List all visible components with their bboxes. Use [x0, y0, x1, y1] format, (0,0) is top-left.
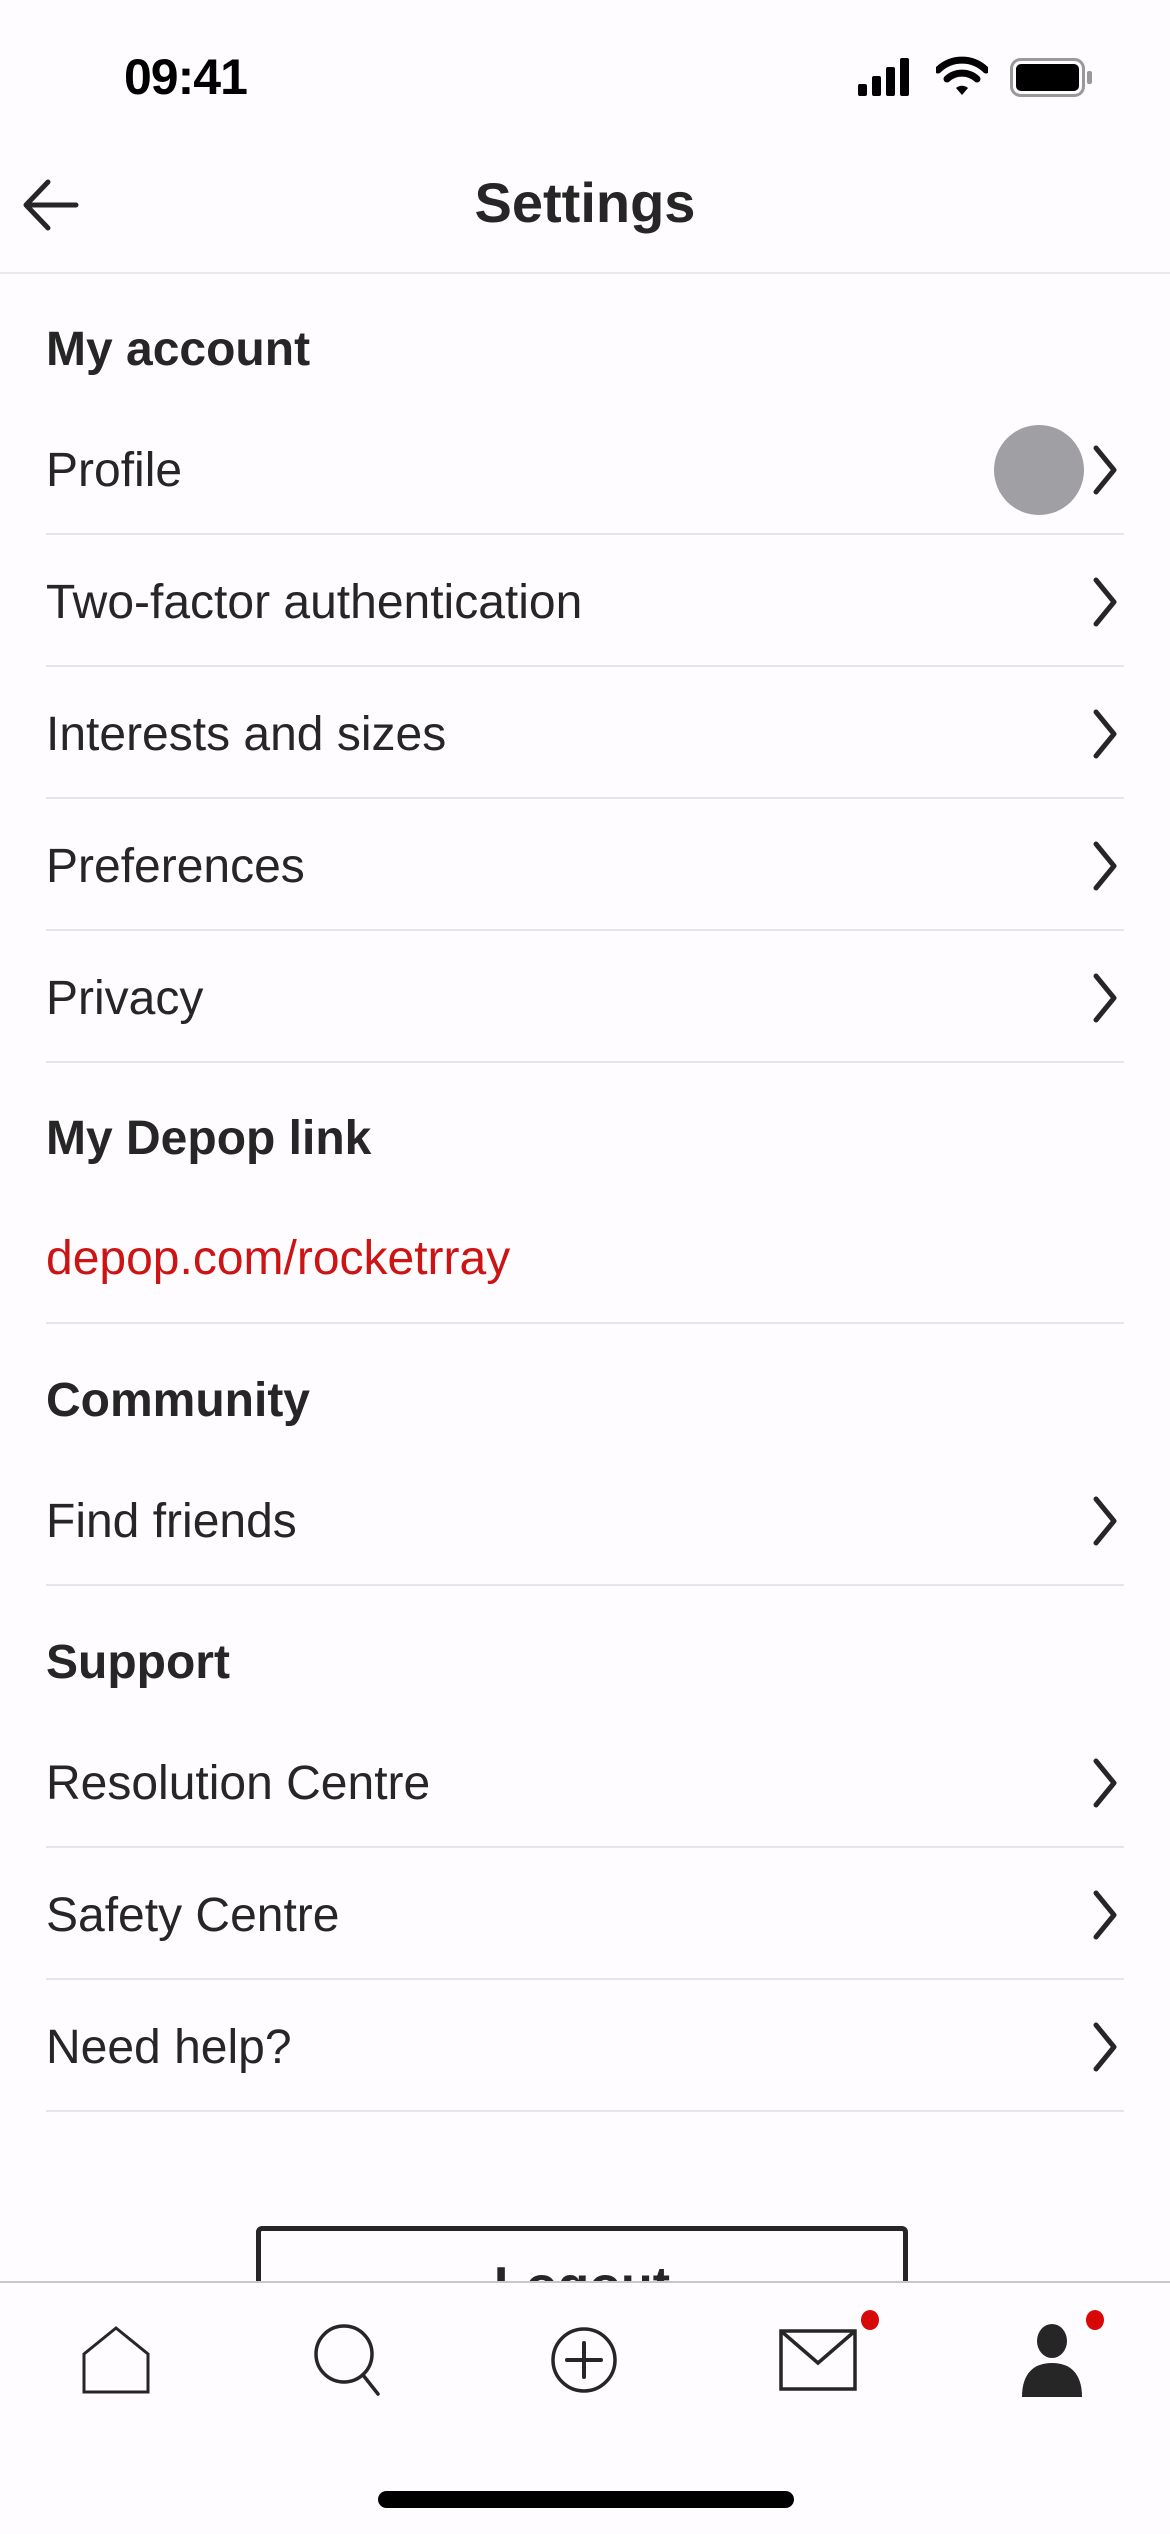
home-icon [82, 2326, 150, 2394]
wifi-icon [936, 56, 988, 95]
settings-row-resolution-centre[interactable]: Resolution Centre [46, 1718, 1124, 1848]
depop-profile-link[interactable]: depop.com/rocketrray [46, 1231, 510, 1286]
page-title: Settings [474, 171, 696, 234]
row-divider [46, 929, 1124, 931]
settings-row-safety-centre[interactable]: Safety Centre [46, 1850, 1124, 1980]
row-divider [46, 1978, 1124, 1980]
chevron-right-icon [1093, 1496, 1117, 1546]
settings-row-preferences[interactable]: Preferences [46, 801, 1124, 931]
search-icon [314, 2324, 380, 2396]
avatar [994, 425, 1084, 515]
row-divider [46, 1061, 1124, 1063]
settings-row-two-factor[interactable]: Two-factor authentication [46, 537, 1124, 667]
row-label: Safety Centre [46, 1888, 340, 1942]
settings-row-privacy[interactable]: Privacy [46, 933, 1124, 1063]
profile-badge [1086, 2310, 1104, 2330]
section-title-support: Support [46, 1636, 230, 1689]
settings-row-find-friends[interactable]: Find friends [46, 1456, 1124, 1586]
row-divider [46, 2110, 1124, 2112]
cellular-signal-icon [858, 58, 909, 96]
row-divider [46, 797, 1124, 799]
row-divider [46, 665, 1124, 667]
row-label: Profile [46, 443, 183, 497]
tab-inbox[interactable] [768, 2315, 868, 2405]
chevron-right-icon [1093, 841, 1117, 891]
header-divider [0, 272, 1170, 274]
battery-icon [1010, 58, 1092, 97]
chevron-right-icon [1093, 709, 1117, 759]
row-label: Preferences [46, 839, 305, 893]
home-indicator [378, 2491, 794, 2508]
row-divider [46, 1322, 1124, 1324]
settings-row-profile[interactable]: Profile [46, 405, 1124, 535]
settings-row-need-help[interactable]: Need help? [46, 1982, 1124, 2112]
row-label: Interests and sizes [46, 707, 447, 761]
chevron-right-icon [1093, 445, 1117, 495]
section-title-depop-link: My Depop link [46, 1112, 372, 1165]
mail-icon [779, 2329, 857, 2391]
tab-search[interactable] [300, 2315, 400, 2405]
person-icon [1022, 2324, 1082, 2397]
row-divider [46, 533, 1124, 535]
section-title-my-account: My account [46, 323, 311, 376]
row-divider [46, 1584, 1124, 1586]
status-time: 09:41 [124, 49, 248, 105]
row-label: Need help? [46, 2020, 292, 2074]
chevron-right-icon [1093, 1758, 1117, 1808]
chevron-right-icon [1093, 973, 1117, 1023]
plus-circle-icon [551, 2327, 617, 2393]
chevron-right-icon [1093, 577, 1117, 627]
row-divider [46, 1846, 1124, 1848]
chevron-right-icon [1093, 1890, 1117, 1940]
tab-home[interactable] [66, 2315, 166, 2405]
row-label: Privacy [46, 971, 204, 1025]
tab-profile[interactable] [1002, 2315, 1102, 2405]
row-label: Resolution Centre [46, 1756, 431, 1810]
inbox-badge [861, 2310, 879, 2330]
settings-row-interests[interactable]: Interests and sizes [46, 669, 1124, 799]
row-label: Find friends [46, 1494, 297, 1548]
chevron-right-icon [1093, 2022, 1117, 2072]
row-label: Two-factor authentication [46, 575, 583, 629]
section-title-community: Community [46, 1374, 310, 1427]
tab-sell[interactable] [534, 2315, 634, 2405]
